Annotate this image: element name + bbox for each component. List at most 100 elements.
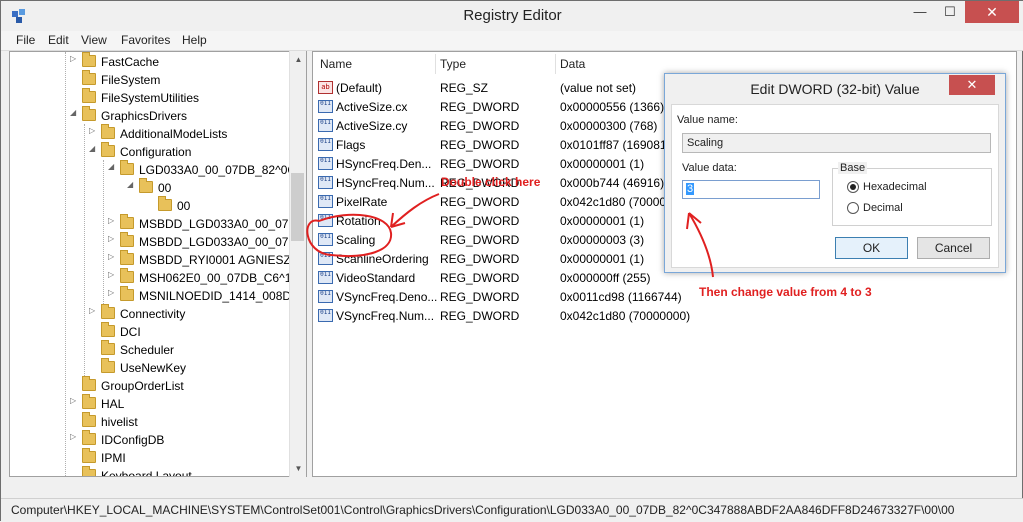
- value-row[interactable]: 011 VSyncFreq.Deno... REG_DWORD 0x0011cd98 …: [313, 287, 1016, 306]
- value-data-input[interactable]: 3: [682, 180, 820, 199]
- tree-expand-arrow-icon[interactable]: ◢: [127, 180, 139, 189]
- maximize-button[interactable]: ☐: [935, 1, 965, 23]
- tree-node-label: HAL: [101, 397, 125, 411]
- column-header-type[interactable]: Type: [440, 57, 466, 71]
- value-type: REG_DWORD: [440, 157, 520, 171]
- column-header-data[interactable]: Data: [560, 57, 585, 71]
- tree-guide-line: [65, 52, 66, 476]
- tree-expand-arrow-icon[interactable]: ▷: [108, 288, 120, 297]
- tree-expand-arrow-icon[interactable]: ◢: [70, 108, 82, 117]
- value-type: REG_DWORD: [440, 309, 520, 323]
- menu-favorites[interactable]: Favorites: [121, 33, 170, 47]
- value-data: 0x0101ff87 (1690816: [560, 138, 674, 152]
- close-button[interactable]: ✕: [965, 1, 1019, 23]
- value-data: 0x00000001 (1): [560, 214, 645, 228]
- value-row[interactable]: 011 VSyncFreq.Num... REG_DWORD 0x042c1d80 (…: [313, 306, 1016, 325]
- decimal-radio[interactable]: [847, 202, 859, 214]
- value-name: ActiveSize.cy: [336, 119, 408, 133]
- window-title: Registry Editor: [463, 7, 562, 24]
- hexadecimal-label[interactable]: Hexadecimal: [863, 181, 927, 193]
- registry-editor-window: Registry Editor — ☐ ✕ File Edit View Fav…: [0, 0, 1023, 522]
- base-label: Base: [838, 162, 868, 174]
- title-bar[interactable]: Registry Editor — ☐ ✕: [1, 1, 1023, 31]
- tree-expand-arrow-icon[interactable]: ▷: [89, 126, 101, 135]
- string-value-icon: ab: [318, 81, 333, 94]
- value-name: VideoStandard: [336, 271, 416, 285]
- tree-node-label: 00: [177, 199, 191, 213]
- folder-icon: [120, 286, 134, 301]
- dialog-title-bar[interactable]: Edit DWORD (32-bit) Value ✕: [665, 74, 1005, 104]
- menu-edit[interactable]: Edit: [48, 33, 69, 47]
- column-separator[interactable]: [555, 54, 556, 74]
- value-name: HSyncFreq.Den...: [336, 157, 432, 171]
- tree-node-label: IPMI: [101, 451, 126, 465]
- tree-scroll-up-arrow[interactable]: ▲: [290, 51, 307, 68]
- tree-node-label: GraphicsDrivers: [101, 109, 188, 123]
- tree-node-label: LGD033A0_00_07DB_82^0C3: [139, 163, 303, 177]
- minimize-button[interactable]: —: [905, 1, 935, 23]
- tree-node-label: GroupOrderList: [101, 379, 184, 393]
- value-data-text: 3: [686, 183, 695, 195]
- binary-value-icon: 011: [318, 119, 333, 132]
- ok-button[interactable]: OK: [835, 237, 908, 259]
- status-path: Computer\HKEY_LOCAL_MACHINE\SYSTEM\Contr…: [11, 503, 955, 517]
- value-name: VSyncFreq.Num...: [336, 309, 435, 323]
- value-data: 0x00000300 (768): [560, 119, 658, 133]
- tree-expand-arrow-icon[interactable]: ▷: [70, 396, 82, 405]
- menu-help[interactable]: Help: [182, 33, 207, 47]
- tree-node-label: Connectivity: [120, 307, 186, 321]
- column-separator[interactable]: [435, 54, 436, 74]
- folder-icon: [82, 412, 96, 427]
- value-data: 0x042c1d80 (7000000: [560, 195, 680, 209]
- tree-expand-arrow-icon[interactable]: ▷: [70, 54, 82, 63]
- tree-expand-arrow-icon[interactable]: ▷: [108, 252, 120, 261]
- edit-dword-dialog: Edit DWORD (32-bit) Value ✕ Value name: …: [664, 73, 1006, 273]
- column-header-name[interactable]: Name: [320, 57, 352, 71]
- tree-expand-arrow-icon[interactable]: ▷: [108, 216, 120, 225]
- tree-node-label: MSNILNOEDID_1414_008D_F: [139, 289, 306, 303]
- tree-scroll-thumb[interactable]: [291, 173, 304, 241]
- tree-expand-arrow-icon[interactable]: ▷: [70, 432, 82, 441]
- value-name: ScanlineOrdering: [336, 252, 429, 266]
- value-type: REG_DWORD: [440, 100, 520, 114]
- base-group: [832, 168, 992, 226]
- tree-node-label: FileSystemUtilities: [101, 91, 200, 105]
- cancel-button[interactable]: Cancel: [917, 237, 990, 259]
- tree-node-label: Scheduler: [120, 343, 175, 357]
- value-data: 0x00000001 (1): [560, 252, 645, 266]
- value-data: 0x000b744 (46916): [560, 176, 665, 190]
- tree-node-label: FastCache: [101, 55, 160, 69]
- folder-icon: [82, 394, 96, 409]
- value-type: REG_SZ: [440, 81, 489, 95]
- tree-scroll-down-arrow[interactable]: ▼: [290, 460, 307, 477]
- tree-expand-arrow-icon[interactable]: ▷: [89, 306, 101, 315]
- value-name-field: Scaling: [682, 133, 991, 153]
- dialog-close-button[interactable]: ✕: [949, 75, 995, 95]
- value-name: VSyncFreq.Deno...: [336, 290, 438, 304]
- menu-view[interactable]: View: [81, 33, 107, 47]
- tree-guide-line: [103, 160, 104, 316]
- decimal-label[interactable]: Decimal: [863, 202, 903, 214]
- value-name-label: Value name:: [677, 114, 738, 126]
- binary-value-icon: 011: [318, 290, 333, 303]
- tree-node-label: IDConfigDB: [101, 433, 165, 447]
- tree-expand-arrow-icon[interactable]: ◢: [89, 144, 101, 153]
- registry-key-tree[interactable]: ▷ FastCache FileSystem FileSystemUtilities ◢…: [9, 51, 307, 477]
- menu-file[interactable]: File: [16, 33, 35, 47]
- tree-expand-arrow-icon[interactable]: ▷: [108, 234, 120, 243]
- tree-expand-arrow-icon[interactable]: ▷: [108, 270, 120, 279]
- tree-node-label: DCI: [120, 325, 141, 339]
- folder-icon: [82, 376, 96, 391]
- value-data: (value not set): [560, 81, 637, 95]
- folder-icon: [120, 214, 134, 229]
- value-name: Flags: [336, 138, 366, 152]
- hexadecimal-radio[interactable]: [847, 181, 859, 193]
- tree-vertical-scrollbar[interactable]: ▲ ▼: [289, 51, 306, 477]
- binary-value-icon: 011: [318, 100, 333, 113]
- folder-icon: [101, 322, 115, 337]
- value-data: 0x00000001 (1): [560, 157, 645, 171]
- folder-icon: [120, 160, 134, 175]
- tree-expand-arrow-icon[interactable]: ◢: [108, 162, 120, 171]
- value-name: (Default): [336, 81, 383, 95]
- folder-icon: [82, 70, 96, 85]
